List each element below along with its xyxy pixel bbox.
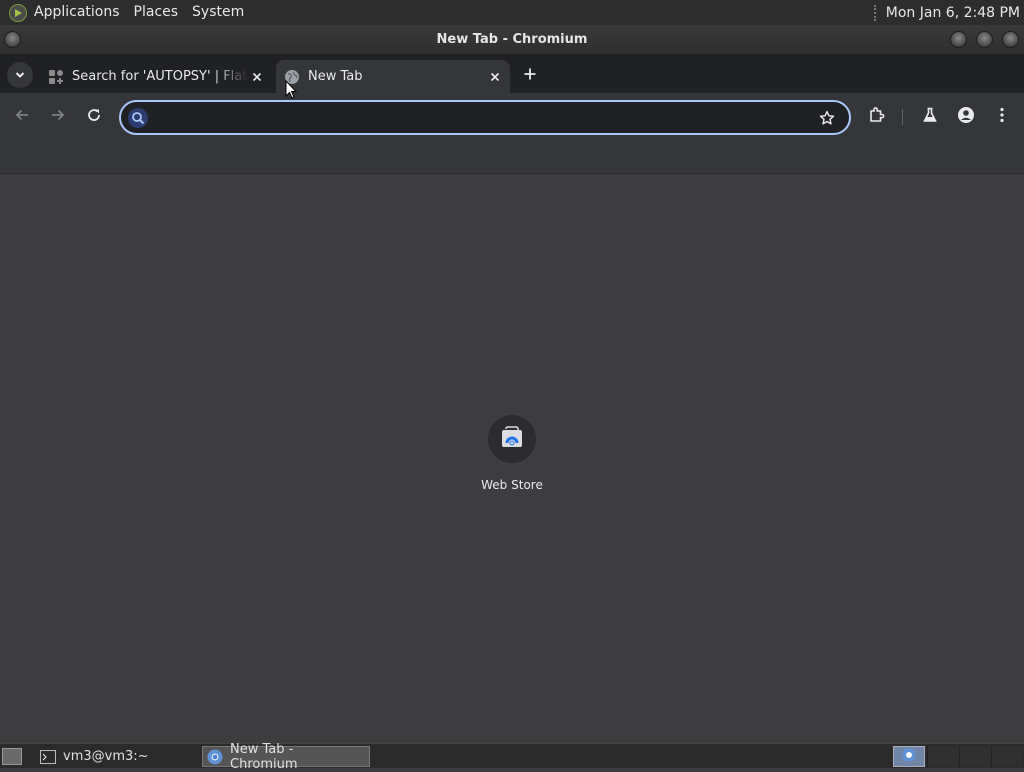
extensions-button[interactable] [864,104,890,130]
show-desktop-icon[interactable] [2,748,22,765]
bookmark-star-icon[interactable] [817,108,837,128]
tab-title: Search for 'AUTOPSY' | Flathub [72,69,248,84]
tab-search-button[interactable] [7,62,33,88]
window-maximize-button[interactable] [976,31,993,48]
tab-flathub-search[interactable]: Search for 'AUTOPSY' | Flathub [40,60,272,93]
search-icon [128,108,148,128]
window-title: New Tab - Chromium [436,32,588,47]
panel-menu-bar: Applications Places System [0,0,251,25]
shortcut-label: Web Store [481,478,543,492]
kebab-menu-icon [999,107,1005,127]
clock[interactable]: Mon Jan 6, 2:48 PM [886,5,1020,21]
arrow-left-icon [14,107,30,127]
tab-close-icon[interactable] [486,68,504,86]
taskbar-item-label: New Tab - Chromium [230,741,298,772]
omnibox-input[interactable] [157,106,807,130]
top-panel: Applications Places System Mon Jan 6, 2:… [0,0,1024,25]
tab-new-tab[interactable]: New Tab [276,60,510,93]
chromium-icon [207,749,223,765]
chevron-down-icon [14,66,26,85]
chromium-icon [902,747,916,766]
tab-close-icon[interactable] [248,68,266,86]
workspace-switcher-3[interactable] [959,746,991,767]
flask-icon [922,107,938,127]
user-avatar-icon [957,106,975,128]
panel-grip-handle[interactable] [873,4,878,21]
bottom-taskbar: vm3@vm3:~ New Tab - Chromium [0,742,1024,772]
omnibox[interactable] [119,100,851,135]
window-close-button[interactable] [1002,31,1019,48]
toolbar-lower-strip [0,140,1024,174]
terminal-icon [40,749,56,765]
tab-title: New Tab [308,69,363,84]
taskbar-item-label: vm3@vm3:~ [63,749,149,764]
menu-applications[interactable]: Applications [27,0,127,25]
forward-button[interactable] [45,104,71,130]
window-minimize-button[interactable] [950,31,967,48]
labs-button[interactable] [917,104,943,130]
shortcut-icon-wrap [488,415,536,463]
profile-button[interactable] [953,104,979,130]
chrome-menu-button[interactable] [989,104,1015,130]
panel-right: Mon Jan 6, 2:48 PM [873,0,1020,25]
window-menu-button[interactable] [4,31,21,48]
workspace-switcher-2[interactable] [927,746,959,767]
back-button[interactable] [9,104,35,130]
puzzle-icon [868,106,886,128]
tab-strip: Search for 'AUTOPSY' | Flathub New Tab [0,54,1024,93]
arrow-right-icon [50,107,66,127]
workspace-switcher-4[interactable] [991,746,1023,767]
new-tab-page: Web Store [0,175,1024,743]
taskbar-item-terminal[interactable]: vm3@vm3:~ [36,746,196,767]
mouse-cursor-icon [285,80,297,99]
shortcut-web-store[interactable]: Web Store [472,415,552,505]
flathub-icon [48,69,64,85]
new-tab-button[interactable] [518,62,542,86]
distro-logo-icon[interactable] [9,3,27,22]
menu-system[interactable]: System [185,0,251,25]
window-titlebar[interactable]: New Tab - Chromium [0,25,1024,54]
toolbar-divider [902,109,903,125]
taskbar-item-chromium[interactable]: New Tab - Chromium [202,742,370,772]
reload-button[interactable] [81,104,107,130]
webstore-icon [500,425,524,453]
plus-icon [524,65,536,84]
workspace-switcher-1[interactable] [893,746,925,767]
reload-icon [86,107,102,127]
menu-places[interactable]: Places [127,0,186,25]
